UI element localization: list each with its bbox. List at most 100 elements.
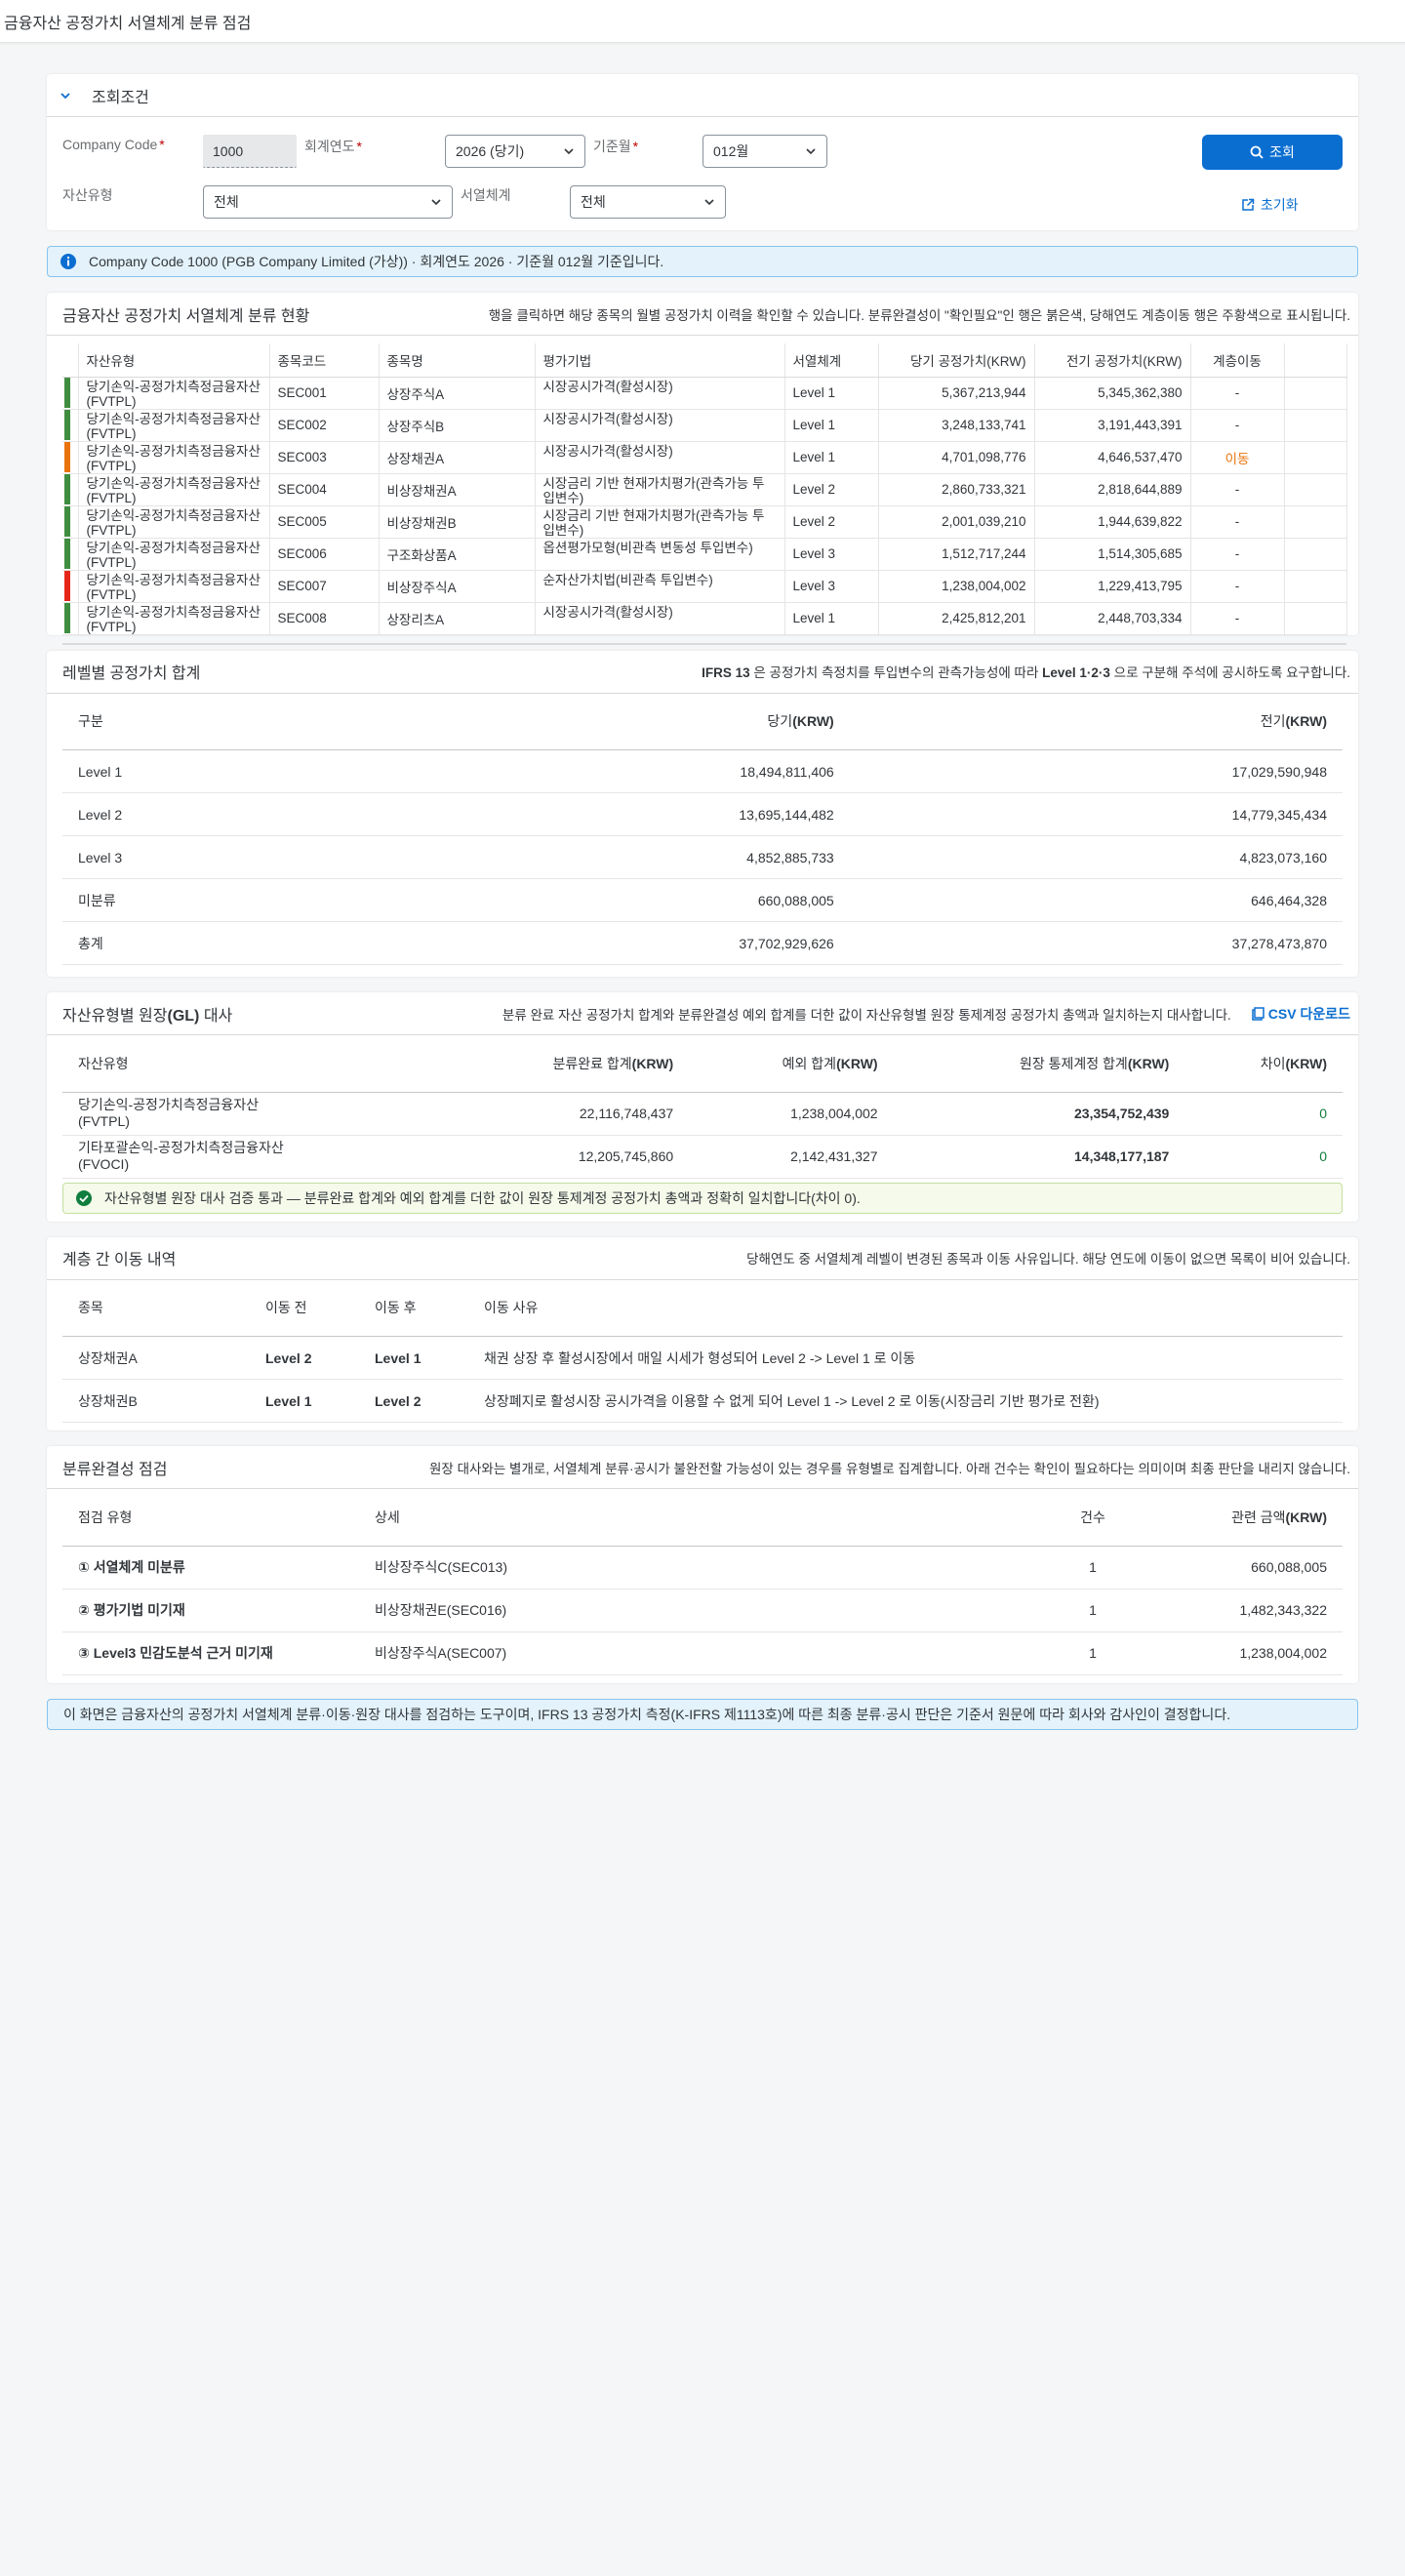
to-level-cell: Level 1: [359, 1336, 468, 1380]
level-cell: Level 3: [784, 570, 879, 603]
table-row[interactable]: 당기손익-공정가치측정금융자산(FVTPL) SEC008 상장리츠A 시장공시가격(…: [62, 602, 1347, 635]
transfers-header: 계층 간 이동 내역 당해연도 중 서열체계 레벨이 변경된 종목과 이동 사유…: [47, 1237, 1358, 1280]
level-cell: Level 1: [784, 441, 879, 474]
check-type-cell: ① 서열체계 미분류: [62, 1546, 359, 1590]
col-header[interactable]: 평가기법: [535, 343, 785, 378]
asset-type-select[interactable]: 전체: [203, 185, 453, 219]
asset-type-line: 당기손익-공정가치측정금융자산: [78, 1097, 259, 1112]
table-header-row: 구분 당기(KRW) 전기(KRW): [62, 693, 1343, 750]
col-header: 분류완료 합계(KRW): [444, 1035, 690, 1093]
name-cell: 상장주식B: [379, 409, 536, 442]
col-header[interactable]: 자산유형: [78, 343, 270, 378]
table-row: ③ Level3 민감도분석 근거 미기재 비상장주식A(SEC007) 1 1,23…: [62, 1631, 1343, 1675]
footer-text: 이 화면은 금융자산의 공정가치 서열체계 분류·이동·원장 대사를 점검하는 …: [63, 1706, 1231, 1722]
level-totals-table: 구분 당기(KRW) 전기(KRW) Level 1 18,494,811,406…: [62, 693, 1343, 965]
col-header[interactable]: 계층이동: [1190, 343, 1285, 378]
check-type-value: ② 평가기법 미기재: [78, 1602, 185, 1618]
fiscal-year-label: 회계연도 *: [304, 139, 362, 154]
col-header: 이동 사유: [468, 1279, 1343, 1337]
ledger-total-value: 23,354,752,439: [1074, 1106, 1170, 1121]
method-cell: 옵션평가모형(비관측 변동성 투입변수): [535, 538, 785, 571]
filter-header[interactable]: 조회조건: [47, 74, 1358, 117]
detail-cell: 비상장채권E(SEC016): [359, 1589, 1030, 1632]
table-header-row: 자산유형 종목코드 종목명 평가기법 서열체계 당기 공정가치(KRW) 전기 …: [62, 343, 1347, 378]
current-value-cell: 4,701,098,776: [878, 441, 1035, 474]
current-total-cell: 13,695,144,482: [356, 792, 850, 836]
move-cell: -: [1190, 377, 1285, 410]
check-type-cell: ② 평가기법 미기재: [62, 1589, 359, 1632]
filler-cell: [1284, 538, 1347, 571]
ledger-total-cell: 23,354,752,439: [893, 1092, 1185, 1136]
prior-value-cell: 2,818,644,889: [1034, 473, 1191, 506]
table-row: 상장채권B Level 1 Level 2 상장폐지로 활성시장 공시가격을 이용할 …: [62, 1379, 1343, 1423]
asset-type-cell: 당기손익-공정가치측정금융자산(FVTPL): [78, 570, 270, 603]
col-header[interactable]: 종목명: [379, 343, 536, 378]
row-status-indicator: [62, 441, 79, 474]
code-cell: SEC001: [269, 377, 380, 410]
asset-type-text: 당기손익-공정가치측정금융자산(FVTPL): [86, 572, 261, 602]
current-value-cell: 1,512,717,244: [878, 538, 1035, 571]
table-row[interactable]: 당기손익-공정가치측정금융자산(FVTPL) SEC007 비상장주식A 순자산가치법…: [62, 570, 1347, 603]
table-row: 상장채권A Level 2 Level 1 채권 상장 후 활성시장에서 매일 시세가…: [62, 1336, 1343, 1380]
exception-total-cell: 1,238,004,002: [689, 1092, 894, 1136]
chevron-down-icon: [431, 199, 441, 206]
classification-title: 금융자산 공정가치 서열체계 분류 현황: [62, 307, 310, 325]
col-header[interactable]: 서열체계: [784, 343, 879, 378]
method-cell: 시장금리 기반 현재가치평가(관측가능 투입변수): [535, 505, 785, 539]
hierarchy-select[interactable]: 전체: [570, 185, 726, 219]
exception-total-cell: 2,142,431,327: [689, 1135, 894, 1179]
level-totals-panel: 레벨별 공정가치 합계 IFRS 13 은 공정가치 측정치를 투입변수의 관측…: [47, 650, 1358, 977]
table-row[interactable]: 당기손익-공정가치측정금융자산(FVTPL) SEC001 상장주식A 시장공시가격(…: [62, 377, 1347, 410]
method-text: 시장공시가격(활성시장): [542, 604, 673, 620]
completeness-desc: 원장 대사와는 별개로, 서열체계 분류·공시가 불완전할 가능성이 있는 경우…: [429, 1461, 1350, 1476]
asset-type-cell: 당기손익-공정가치측정금융자산(FVTPL): [78, 409, 270, 442]
search-button[interactable]: 조회: [1202, 135, 1343, 170]
prior-value-cell: 4,646,537,470: [1034, 441, 1191, 474]
period-select[interactable]: 012월: [702, 135, 827, 168]
col-header[interactable]: 종목코드: [269, 343, 380, 378]
table-row[interactable]: 당기손익-공정가치측정금융자산(FVTPL) SEC003 상장채권A 시장공시가격(…: [62, 441, 1347, 474]
from-level-value: Level 2: [265, 1349, 312, 1366]
company-code-field[interactable]: 1000: [203, 135, 297, 168]
csv-download-link[interactable]: CSV 다운로드: [1251, 1004, 1350, 1024]
table-header-row: 자산유형 분류완료 합계(KRW) 예외 합계(KRW) 원장 통제계정 합계(…: [62, 1035, 1343, 1093]
table-row: 총계 37,702,929,626 37,278,473,870: [62, 921, 1343, 965]
asset-type-text: 당기손익-공정가치측정금융자산(FVTPL): [86, 540, 261, 570]
horizontal-scrollbar[interactable]: [62, 642, 1346, 645]
method-text: 옵션평가모형(비관측 변동성 투입변수): [542, 540, 753, 555]
classification-panel: 금융자산 공정가치 서열체계 분류 현황 행을 클릭하면 해당 종목의 월별 공…: [47, 293, 1358, 645]
col-header[interactable]: 당기 공정가치(KRW): [878, 343, 1035, 378]
col-header: 구분: [62, 693, 357, 750]
name-cell: 비상장채권A: [379, 473, 536, 506]
chevron-down-icon[interactable]: [59, 89, 72, 102]
table-row[interactable]: 당기손익-공정가치측정금융자산(FVTPL) SEC006 구조화상품A 옵션평가모형…: [62, 538, 1347, 571]
table-row[interactable]: 당기손익-공정가치측정금융자산(FVTPL) SEC002 상장주식B 시장공시가격(…: [62, 409, 1347, 442]
chevron-down-icon: [806, 148, 816, 155]
current-total-cell: 4,852,885,733: [356, 835, 850, 879]
prior-value-cell: 3,191,443,391: [1034, 409, 1191, 442]
current-total-cell: 660,088,005: [356, 878, 850, 922]
transfers-table: 종목 이동 전 이동 후 이동 사유 상장채권A Level 2 Level 1 채권…: [62, 1279, 1343, 1423]
table-row[interactable]: 당기손익-공정가치측정금융자산(FVTPL) SEC004 비상장채권A 시장금리 기…: [62, 473, 1347, 506]
method-cell: 순자산가치법(비관측 투입변수): [535, 570, 785, 603]
to-level-value: Level 1: [375, 1349, 422, 1366]
table-row[interactable]: 당기손익-공정가치측정금융자산(FVTPL) SEC005 비상장채권B 시장금리 기…: [62, 505, 1347, 539]
row-status-indicator: [62, 473, 79, 506]
move-cell: -: [1190, 409, 1285, 442]
from-level-value: Level 1: [265, 1392, 312, 1409]
reconciliation-success-message: 자산유형별 원장 대사 검증 통과 — 분류완료 합계와 예외 합계를 더한 값…: [62, 1182, 1343, 1214]
status-bar: [64, 571, 70, 601]
reset-button[interactable]: 초기화: [1241, 195, 1299, 215]
level-cell: Level 2: [784, 473, 879, 506]
row-status-indicator: [62, 377, 79, 410]
col-header: 예외 합계(KRW): [689, 1035, 894, 1093]
status-bar: [64, 378, 70, 408]
table-row: Level 2 13,695,144,482 14,779,345,434: [62, 792, 1343, 836]
col-header[interactable]: 전기 공정가치(KRW): [1034, 343, 1191, 378]
level-label-cell: 총계: [62, 921, 357, 965]
asset-type-cell: 당기손익-공정가치측정금융자산(FVTPL): [78, 538, 270, 571]
method-text: 시장공시가격(활성시장): [542, 443, 673, 459]
col-header: 점검 유형: [62, 1489, 359, 1547]
fiscal-year-select[interactable]: 2026 (당기): [445, 135, 585, 168]
count-cell: 1: [1030, 1631, 1155, 1675]
